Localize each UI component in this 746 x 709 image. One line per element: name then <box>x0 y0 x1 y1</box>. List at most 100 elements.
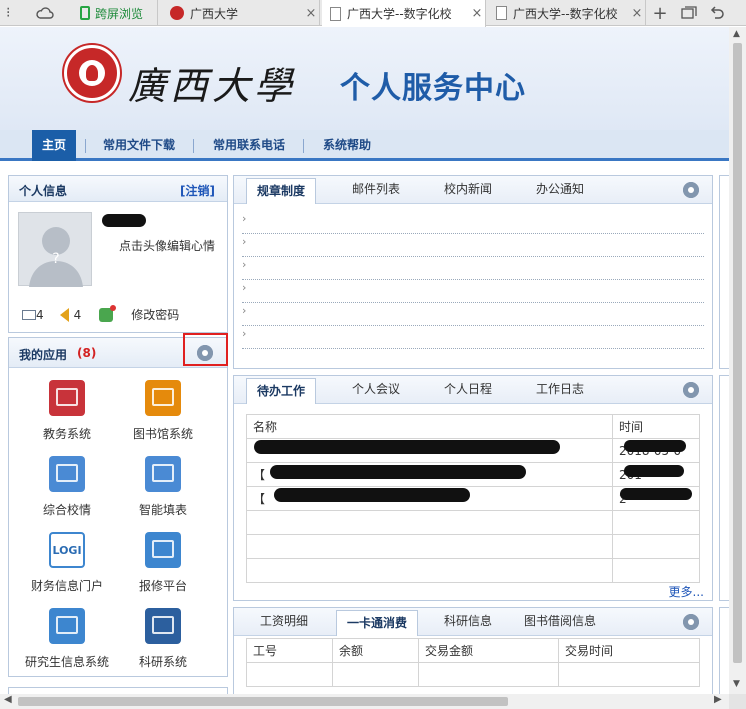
redaction <box>624 465 684 477</box>
list-item[interactable]: › <box>242 281 704 303</box>
scroll-down-icon[interactable]: ▼ <box>733 679 740 689</box>
list-item[interactable]: › <box>242 258 704 280</box>
tab-cross-screen[interactable]: 跨屏浏览 <box>72 0 158 26</box>
tab-research[interactable]: 科研信息 <box>434 608 502 635</box>
books-icon[interactable] <box>145 380 181 416</box>
column-header: 时间 <box>612 414 700 439</box>
finance-panel: 工资明细 一卡通消费 科研信息 图书借阅信息 工号 余额 交易金额 交易时间 <box>233 607 713 694</box>
page-icon <box>330 6 341 21</box>
tab-gxu-digital[interactable]: 广西大学--数字化校 × <box>488 0 646 26</box>
app-label[interactable]: 综合校情 <box>17 501 117 518</box>
tab-label: 广西大学--数字化校 <box>513 6 618 21</box>
table-row <box>246 510 700 535</box>
tab-meetings[interactable]: 个人会议 <box>342 376 410 403</box>
profile-title: 个人信息 <box>19 184 68 198</box>
nav-phone-directory[interactable]: 常用联系电话 <box>203 130 295 161</box>
nav-help[interactable]: 系统帮助 <box>313 130 381 161</box>
form-edit-icon[interactable] <box>145 456 181 492</box>
dotted-menu-icon: ⁝ <box>6 5 11 21</box>
tab-card-consumption[interactable]: 一卡通消费 <box>336 610 419 636</box>
user-settings-icon[interactable] <box>99 304 117 322</box>
column-header: 交易时间 <box>558 638 700 663</box>
redaction <box>274 488 470 502</box>
undo-icon <box>710 6 724 19</box>
edit-mood-hint: 点击头像编辑心情 <box>119 239 216 253</box>
tab-gxu-digital-active[interactable]: 广西大学--数字化校 × <box>322 0 486 27</box>
gear-icon[interactable] <box>683 614 699 630</box>
app-label[interactable]: 科研系统 <box>113 653 213 670</box>
app-label[interactable]: 教务系统 <box>17 425 117 442</box>
new-tab-button[interactable]: + <box>650 0 670 26</box>
list-item[interactable]: › <box>242 304 704 326</box>
tab-campus-news[interactable]: 校内新闻 <box>434 176 502 203</box>
mortarboard-icon[interactable] <box>145 608 181 644</box>
column-header: 工号 <box>246 638 333 663</box>
profile-panel: 个人信息 [注销] ? 点击头像编辑心情 4 4 修改密码 <box>8 175 228 333</box>
tab-office-notices[interactable]: 办公通知 <box>526 176 594 203</box>
tasks-panel: 待办工作 个人会议 个人日程 工作日志 名称 时间 2018-05-0 【201… <box>233 375 713 601</box>
university-name: 廣西大學 <box>128 64 297 108</box>
horizontal-scrollbar[interactable]: ◀ ▶ <box>0 694 729 709</box>
page-title: 个人服务中心 <box>340 72 526 105</box>
svg-text:?: ? <box>52 251 59 267</box>
vertical-scrollbar[interactable]: ▲ ▼ <box>729 27 746 694</box>
tab-mail-list[interactable]: 邮件列表 <box>342 176 410 203</box>
list-item[interactable]: › <box>242 327 704 349</box>
app-label[interactable]: 财务信息门户 <box>17 577 117 594</box>
bullet-icon: › <box>242 258 247 271</box>
cloud-button[interactable] <box>36 0 60 26</box>
table-chart-icon[interactable] <box>49 456 85 492</box>
close-icon[interactable]: × <box>629 6 645 21</box>
list-item[interactable]: › <box>242 212 704 234</box>
tab-work-log[interactable]: 工作日志 <box>526 376 594 403</box>
logi-icon[interactable]: LOGI <box>49 532 85 568</box>
page-icon <box>496 6 507 20</box>
change-password-link[interactable]: 修改密码 <box>131 306 179 323</box>
redaction <box>254 440 560 454</box>
gxu-favicon-icon <box>170 6 184 20</box>
nav-home[interactable]: 主页 <box>32 130 77 161</box>
avatar[interactable]: ? <box>18 212 92 287</box>
redacted-name <box>102 214 146 227</box>
profile-actions: 4 4 修改密码 <box>22 304 179 323</box>
logout-link[interactable]: [注销] <box>180 182 215 199</box>
scroll-right-icon[interactable]: ▶ <box>714 694 722 705</box>
close-icon[interactable]: × <box>303 6 319 21</box>
scroll-up-icon[interactable]: ▲ <box>733 29 740 39</box>
app-label[interactable]: 研究生信息系统 <box>17 653 117 670</box>
gear-icon[interactable] <box>683 182 699 198</box>
tab-list-button[interactable] <box>678 0 700 26</box>
scroll-left-icon[interactable]: ◀ <box>4 694 12 705</box>
mail-icon[interactable] <box>22 309 36 320</box>
bottom-panel-partial <box>8 687 228 694</box>
nav-downloads[interactable]: 常用文件下载 <box>93 130 185 161</box>
tab-label: 广西大学 <box>190 6 239 21</box>
tab-regulations[interactable]: 规章制度 <box>246 178 317 204</box>
more-link[interactable]: 更多... <box>669 583 704 600</box>
gear-icon[interactable] <box>683 382 699 398</box>
tab-schedule[interactable]: 个人日程 <box>434 376 502 403</box>
column-header: 名称 <box>246 414 613 439</box>
scroll-thumb[interactable] <box>18 697 508 706</box>
tab-library-loans[interactable]: 图书借阅信息 <box>514 608 606 635</box>
envelope-icon[interactable] <box>49 608 85 644</box>
university-logo <box>64 45 120 101</box>
apps-count: (8) <box>77 346 97 360</box>
app-label[interactable]: 报修平台 <box>113 577 213 594</box>
app-label[interactable]: 智能填表 <box>113 501 213 518</box>
calendar-icon[interactable] <box>49 380 85 416</box>
scroll-thumb[interactable] <box>733 43 742 663</box>
tab-salary[interactable]: 工资明细 <box>250 608 318 635</box>
undo-close-button[interactable] <box>706 0 728 26</box>
envelope-icon[interactable] <box>145 532 181 568</box>
tab-todo[interactable]: 待办工作 <box>246 378 317 404</box>
tab-gxu[interactable]: 广西大学 × <box>162 0 320 26</box>
browser-menu-button[interactable]: ⁝ <box>6 0 30 26</box>
speaker-icon[interactable] <box>59 307 69 322</box>
list-item[interactable]: › <box>242 235 704 257</box>
column-header: 余额 <box>332 638 419 663</box>
browser-tab-bar: ⁝ 跨屏浏览 广西大学 × 广西大学--数字化校 × 广西大学--数字化校 × … <box>0 0 746 27</box>
close-icon[interactable]: × <box>469 6 485 21</box>
scrollbar-corner <box>729 694 746 709</box>
app-label[interactable]: 图书馆系统 <box>113 425 213 442</box>
